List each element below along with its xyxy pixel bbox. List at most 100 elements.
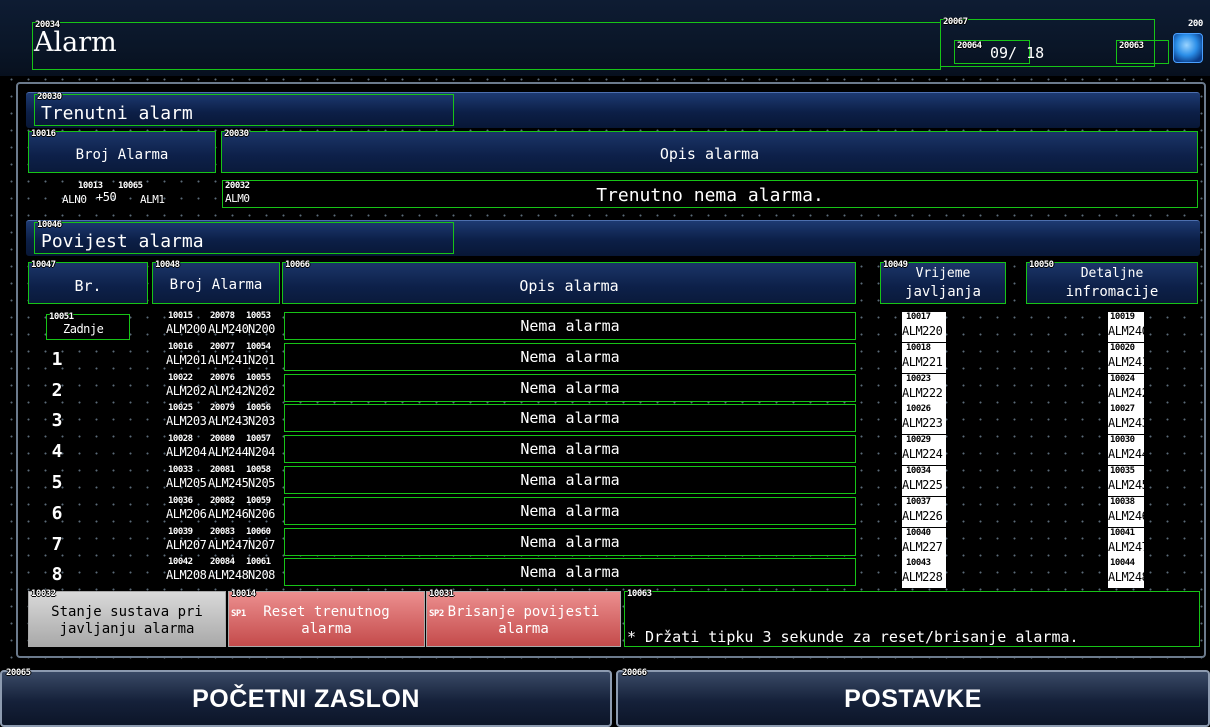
row-details[interactable]: 10019 ALM240 [1108,312,1149,342]
row-time-tag: 10043 [906,558,931,568]
row-sub1: ALM203 [166,414,207,428]
row-details[interactable]: 10041 ALM247 [1108,528,1149,558]
history-col-det-label-1: Detaljne [1080,266,1144,281]
reset-sp: SP1 [231,609,246,619]
row-details-sub: ALM240 [1108,324,1149,338]
current-section-title: Trenutni alarm [41,103,193,124]
row-details-sub: ALM246 [1108,509,1149,523]
row-sub2: ALM241 [208,353,249,367]
row-description-text: Nema alarma [520,409,620,427]
globe-icon[interactable] [1173,33,1203,63]
row-time-tag: 10034 [906,466,931,476]
row-alarm-number: 10028 20080 10057 ALM204 ALM244 N204 [166,435,282,463]
row-sub3: N208 [248,568,275,582]
row-tag3: 10058 [246,465,271,475]
row-number: 1 [51,349,63,370]
row-description-text: Nema alarma [520,317,620,335]
reset-line1: Reset trenutnog [263,604,390,620]
row-sub3: N201 [248,353,275,367]
row-sub1: ALM202 [166,384,207,398]
row-sub3: N205 [248,476,275,490]
row-alarm-number: 10033 20081 10058 ALM205 ALM245 N205 [166,466,282,494]
row-sub2: ALM248 [208,568,249,582]
system-state-button[interactable]: 10032 Stanje sustava pri javljanju alarm… [28,590,226,647]
row-number: 5 [51,472,63,493]
row-details-sub: ALM247 [1108,540,1149,554]
settings-tag: 20066 [622,668,647,678]
row-alarm-number: 10036 20082 10059 ALM206 ALM246 N206 [166,497,282,525]
row-time-tag: 10023 [906,374,931,384]
row-number: 4 [51,441,63,462]
row-details[interactable]: 10024 ALM242 [1108,374,1149,404]
row-description: Nema alarma [284,312,856,340]
row-tag3: 10059 [246,496,271,506]
clear-line2: alarma [498,621,549,637]
current-alarm-number: 10013 10065 ALN0 +50 ALM1 [56,180,212,208]
row-description-text: Nema alarma [520,563,620,581]
row-details-tag: 10019 [1110,312,1135,322]
row-time: 10037 ALM226 [902,497,946,527]
current-message-text: Trenutno nema alarma. [596,185,824,206]
clear-sp: SP2 [429,609,444,619]
title-frame: 20034 [32,21,941,70]
row-sub3: N202 [248,384,275,398]
row-time-sub: ALM225 [902,478,943,492]
date-value: 09/ 18 [990,44,1045,62]
row-tag3: 10061 [246,557,271,567]
current-col-number-label: Broj Alarma [75,147,169,163]
row-time-tag: 10037 [906,497,931,507]
clear-history-button[interactable]: 10031 SP2 Brisanje povijesti alarma [426,590,621,647]
row-time-tag: 10040 [906,528,931,538]
history-title-frame: 10046 Povijest alarma [34,221,454,254]
history-col-br-label: Br. [74,277,102,295]
row-sub2: ALM247 [208,538,249,552]
history-col-number-tag: 10048 [155,260,180,270]
current-col-desc-label: Opis alarma [659,145,760,163]
row-details[interactable]: 10030 ALM244 [1108,435,1149,465]
row-time-sub: ALM226 [902,509,943,523]
settings-button[interactable]: 20066 POSTAVKE [616,668,1210,727]
time-field: 20063 [1116,40,1169,64]
row-tag1: 10039 [168,527,193,537]
latest-text: Zadnje [63,322,104,336]
row-details[interactable]: 10020 ALM241 [1108,343,1149,373]
reset-note: 10063 * Držati tipku 3 sekunde za reset/… [624,590,1200,647]
history-col-br: 10047 Br. [28,261,148,304]
row-time: 10026 ALM223 [902,404,946,434]
row-sub2: ALM243 [208,414,249,428]
row-alarm-number: 10022 20076 10055 ALM202 ALM242 N202 [166,374,282,402]
row-time-tag: 10029 [906,435,931,445]
latest-label: 10051 Zadnje [46,313,130,340]
history-col-time-label-1: Vrijeme [915,266,971,281]
row-time: 10040 ALM227 [902,528,946,558]
row-description-text: Nema alarma [520,533,620,551]
row-tag1: 10028 [168,434,193,444]
row-sub3: N200 [248,322,275,336]
row-sub1: ALM201 [166,353,207,367]
row-details[interactable]: 10027 ALM243 [1108,404,1149,434]
system-state-line2: javljanju alarma [59,621,195,637]
row-number: 2 [51,380,63,401]
history-section-title: Povijest alarma [41,231,204,252]
row-tag3: 10054 [246,342,271,352]
row-sub1: ALM207 [166,538,207,552]
row-sub2: ALM240 [208,322,249,336]
row-time: 10043 ALM228 [902,558,946,588]
system-state-line1: Stanje sustava pri [51,604,203,620]
row-details[interactable]: 10038 ALM246 [1108,497,1149,527]
row-description: Nema alarma [284,558,856,586]
row-time-sub: ALM228 [902,570,943,584]
row-description: Nema alarma [284,497,856,525]
row-sub2: ALM242 [208,384,249,398]
row-description-text: Nema alarma [520,379,620,397]
row-description-text: Nema alarma [520,502,620,520]
row-details[interactable]: 10044 ALM248 [1108,558,1149,588]
current-alarm-message: 20032 ALM0 Trenutno nema alarma. [222,180,1198,208]
row-tag1: 10022 [168,373,193,383]
reset-alarm-button[interactable]: 10014 SP1 Reset trenutnog alarma [228,590,425,647]
home-screen-button[interactable]: 20065 POČETNI ZASLON [0,669,612,727]
row-details[interactable]: 10035 ALM245 [1108,466,1149,496]
row-tag3: 10057 [246,434,271,444]
row-sub1: ALM204 [166,445,207,459]
note-text: * Držati tipku 3 sekunde za reset/brisan… [627,628,1079,646]
